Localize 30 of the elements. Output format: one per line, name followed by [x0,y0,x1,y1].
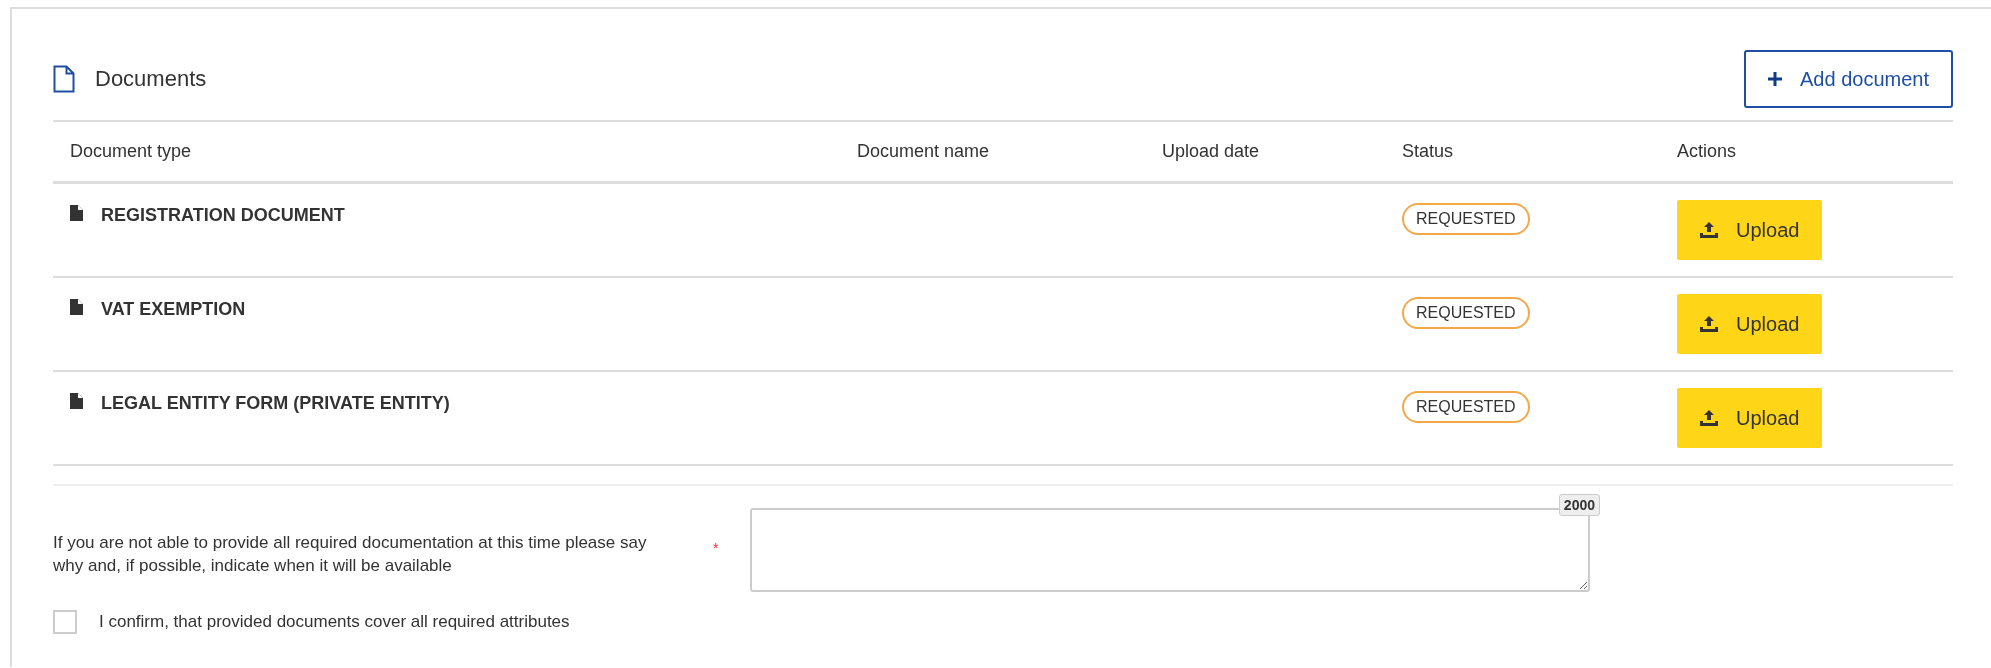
file-icon [70,393,83,409]
upload-icon [1700,222,1718,238]
confirm-label: I confirm, that provided documents cover all required attributes [99,612,570,632]
document-icon [53,65,75,93]
upload-icon [1700,316,1718,332]
status-badge: REQUESTED [1402,297,1530,329]
status-badge: REQUESTED [1402,203,1530,235]
upload-button[interactable]: Upload [1677,200,1823,260]
panel-title: Documents [95,66,207,92]
column-header: Document name [856,141,991,162]
explanation-field[interactable] [750,508,1590,592]
column-header: Status [1401,141,1455,162]
column-header: Actions [1676,141,1738,162]
upload-button[interactable]: Upload [1677,388,1823,448]
character-counter: 2000 [1558,494,1600,516]
plus-icon [1768,72,1782,86]
file-icon [70,205,83,221]
document-type: VAT EXEMPTION [101,299,246,320]
checkbox[interactable] [53,610,77,634]
column-header: Document type [69,141,193,162]
document-type: LEGAL ENTITY FORM (PRIVATE ENTITY) [101,393,450,414]
explanation-label: If you are not able to provide all required documentation at this time please say why and, if possible, indicate when it will be available [53,532,648,577]
upload-button[interactable]: Upload [1677,294,1823,354]
upload-icon [1700,410,1718,426]
file-icon [70,299,83,315]
column-header: Upload date [1161,141,1261,162]
add-document-button[interactable]: Add document [1744,50,1953,108]
document-type: REGISTRATION DOCUMENT [101,205,345,226]
required-mark: * [713,540,720,556]
status-badge: REQUESTED [1402,391,1530,423]
